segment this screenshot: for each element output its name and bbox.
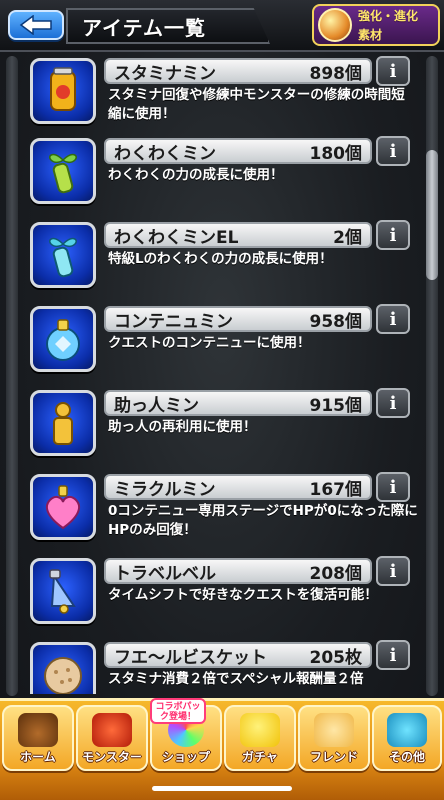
list-item[interactable]: ミラクルミン 167個 i 0コンテニュー専用ステージでHPが0になった際にHP… [22,468,422,544]
info-icon: i [389,392,397,414]
home-hut-icon [18,713,58,747]
info-icon: i [389,560,397,582]
friend-hands-icon [314,713,354,747]
header-bar: アイテム一覧 強化・進化 素材 [0,0,444,52]
item-name: ミラクルミン [114,479,216,500]
item-description: クエストのコンテニューに使用！ [108,335,311,351]
app-root: アイテム一覧 強化・進化 素材 スタミナミン 898個 i スタミナ回復や修練中… [0,0,444,800]
list-item[interactable]: コンテニュミン 958個 i クエストのコンテニューに使用！ [22,300,422,376]
list-item[interactable]: わくわくミンEL 2個 i 特級Lのわくわくの力の成長に使用！ [22,216,422,292]
item-name: わくわくミン [114,143,216,164]
info-button[interactable]: i [376,220,410,250]
list-item[interactable]: スタミナミン 898個 i スタミナ回復や修練中モンスターの修練の時間短縮に使用… [22,52,422,128]
list-item[interactable]: わくわくミン 180個 i わくわくの力の成長に使用！ [22,132,422,208]
item-name: 助っ人ミン [114,395,199,416]
item-count: 958個 [309,311,363,332]
item-count: 2個 [333,227,362,248]
helper-bottle-icon [30,390,96,456]
miracle-heart-icon [30,474,96,540]
item-name: コンテニュミン [114,311,233,332]
info-button[interactable]: i [376,556,410,586]
item-description: スタミナ回復や修練中モンスターの修練の時間短縮に使用！ [108,87,405,122]
back-button[interactable] [8,10,64,40]
continue-potion-icon [30,306,96,372]
info-icon: i [389,644,397,666]
nav-other-label: その他 [388,750,425,764]
info-button[interactable]: i [376,472,410,502]
item-count: 208個 [309,563,363,584]
list-item[interactable]: トラベルベル 208個 i タイムシフトで好きなクエストを復活可能！ [22,552,422,628]
gacha-chick-icon [240,713,280,747]
sprout-bottle-el-icon [30,222,96,288]
item-count: 915個 [309,395,363,416]
item-name-bar: スタミナミン 898個 [104,58,372,84]
item-description: タイムシフトで好きなクエストを復活可能！ [108,587,378,603]
biscuit-icon [30,642,96,694]
stamina-can-icon [30,58,96,124]
item-count: 167個 [309,479,363,500]
nav-friend-label: フレンド [309,750,358,764]
nav-gacha-label: ガチャ [242,750,278,764]
item-description: わくわくの力の成長に使用！ [108,167,284,183]
info-button[interactable]: i [376,388,410,418]
item-name-bar: わくわくミン 180個 [104,138,372,164]
bottom-nav: ホーム モンスター ショップ ガチャ フレンド その他 [0,698,444,800]
nav-home-label: ホーム [20,750,56,764]
list-item[interactable]: フエ～ルビスケット 205枚 i スタミナ消費２倍でスペシャル報酬量２倍 [22,636,422,694]
info-button[interactable]: i [376,56,410,86]
item-name: フエ～ルビスケット [114,647,267,668]
item-name-bar: フエ～ルビスケット 205枚 [104,642,372,668]
enhance-evolve-material-button[interactable]: 強化・進化 素材 [312,4,440,46]
item-name-bar: トラベルベル 208個 [104,558,372,584]
item-description: 助っ人の再利用に使用！ [108,419,257,435]
item-description: 0コンテニュー専用ステージでHPが0になった際にHPのみ回復！ [108,503,418,538]
badge-label-line1: 強化・進化 [358,9,419,23]
item-name-bar: 助っ人ミン 915個 [104,390,372,416]
page-title: アイテム一覧 [82,15,206,40]
badge-label-line2: 素材 [358,28,383,42]
item-list: スタミナミン 898個 i スタミナ回復や修練中モンスターの修練の時間短縮に使用… [22,52,422,694]
monster-dragon-icon [92,713,132,747]
material-orb-icon [318,8,352,42]
item-name: スタミナミン [114,63,216,84]
list-item[interactable]: 助っ人ミン 915個 i 助っ人の再利用に使用！ [22,384,422,460]
nav-friend[interactable]: フレンド [298,705,370,771]
other-question-icon [387,713,427,747]
scrollbar-thumb[interactable] [426,150,438,280]
nav-shop-label: ショップ [161,750,210,764]
item-count: 898個 [309,63,363,84]
info-button[interactable]: i [376,304,410,334]
item-name-bar: コンテニュミン 958個 [104,306,372,332]
nav-other[interactable]: その他 [372,705,442,771]
item-name-bar: わくわくミンEL 2個 [104,222,372,248]
item-name: トラベルベル [114,563,216,584]
item-count: 180個 [309,143,363,164]
travel-bell-icon [30,558,96,624]
info-button[interactable]: i [376,136,410,166]
nav-monster-label: モンスター [82,750,142,764]
info-icon: i [389,140,397,162]
item-description: 特級Lのわくわくの力の成長に使用！ [108,251,333,267]
info-icon: i [389,476,397,498]
item-name-bar: ミラクルミン 167個 [104,474,372,500]
info-button[interactable]: i [376,640,410,670]
left-rail [6,56,18,696]
title-plate: アイテム一覧 [66,8,270,44]
nav-home[interactable]: ホーム [2,705,74,771]
sprout-bottle-icon [30,138,96,204]
item-name: わくわくミンEL [114,227,239,248]
back-arrow-icon [19,15,52,35]
nav-monster[interactable]: モンスター [76,705,148,771]
info-icon: i [389,224,397,246]
info-icon: i [389,308,397,330]
item-count: 205枚 [309,647,363,668]
item-description: スタミナ消費２倍でスペシャル報酬量２倍 [108,671,364,687]
collab-pack-badge: コラボパック登場！ [150,698,206,724]
nav-gacha[interactable]: ガチャ [224,705,296,771]
info-icon: i [389,60,397,82]
home-indicator[interactable] [152,786,292,791]
